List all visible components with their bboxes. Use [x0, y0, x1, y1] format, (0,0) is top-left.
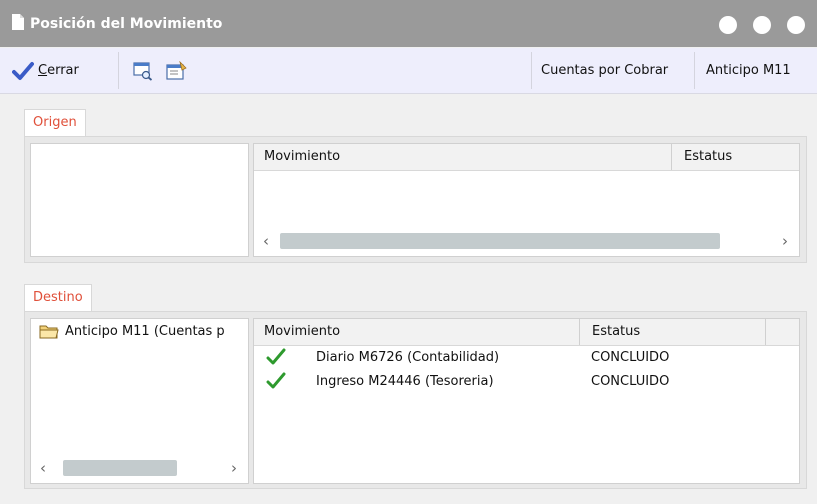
column-header-movimiento[interactable]: Movimiento: [254, 319, 340, 345]
properties-button[interactable]: [166, 48, 188, 93]
title-bar: Posición del Movimiento: [0, 0, 817, 47]
scroll-right-icon[interactable]: ›: [777, 232, 793, 250]
table-row[interactable]: Diario M6726 (Contabilidad) CONCLUIDO: [254, 346, 799, 370]
document-icon: [12, 14, 24, 30]
toolbar-separator: [118, 52, 119, 89]
toolbar-separator: [694, 52, 695, 89]
column-header-estatus[interactable]: Estatus: [582, 319, 640, 345]
minimize-button[interactable]: [719, 16, 737, 34]
column-divider[interactable]: [579, 319, 580, 345]
row-movimiento: Diario M6726 (Contabilidad): [316, 350, 500, 365]
tab-origen[interactable]: Origen: [24, 109, 86, 136]
scroll-right-icon[interactable]: ›: [226, 459, 242, 477]
column-header-movimiento[interactable]: Movimiento: [254, 144, 340, 170]
toolbar-separator: [531, 52, 532, 89]
origen-tree[interactable]: [30, 143, 249, 257]
destino-tree[interactable]: Anticipo M11 (Cuentas p ‹ ›: [30, 318, 249, 484]
toolbar: Cerrar Cuentas por Cobrar Anticipo M11: [0, 48, 817, 94]
table-row[interactable]: Ingreso M24446 (Tesoreria) CONCLUIDO: [254, 370, 799, 394]
scroll-left-icon[interactable]: ‹: [258, 232, 274, 250]
window-title: Posición del Movimiento: [30, 16, 223, 32]
origen-grid[interactable]: Movimiento Estatus ‹ ›: [253, 143, 800, 257]
scroll-thumb[interactable]: [280, 233, 720, 249]
window-search-icon: [133, 61, 153, 81]
destino-panel: Anticipo M11 (Cuentas p ‹ › Movimiento E…: [24, 311, 807, 489]
column-divider[interactable]: [765, 319, 766, 345]
tree-item-anticipo[interactable]: Anticipo M11 (Cuentas p: [39, 323, 225, 339]
maximize-button[interactable]: [753, 16, 771, 34]
scroll-thumb[interactable]: [63, 460, 177, 476]
origen-panel: Movimiento Estatus ‹ ›: [24, 136, 807, 263]
green-check-icon: [266, 348, 286, 365]
column-divider[interactable]: [671, 144, 672, 170]
origen-grid-header: Movimiento Estatus: [254, 144, 799, 171]
close-window-button[interactable]: [787, 16, 805, 34]
column-header-estatus[interactable]: Estatus: [674, 144, 732, 170]
account-label: Cuentas por Cobrar: [541, 63, 669, 78]
destino-grid[interactable]: Movimiento Estatus Diario M6726 (Contabi…: [253, 318, 800, 484]
folder-icon: [39, 325, 59, 339]
close-label-mnemonic: C: [38, 63, 48, 78]
tree-item-label: Anticipo M11 (Cuentas p: [65, 323, 225, 339]
properties-icon: [166, 60, 187, 80]
tab-destino[interactable]: Destino: [24, 284, 92, 311]
row-estatus: CONCLUIDO: [591, 350, 670, 365]
destino-grid-header: Movimiento Estatus: [254, 319, 799, 346]
close-button[interactable]: Cerrar: [12, 48, 79, 93]
scroll-left-icon[interactable]: ‹: [35, 459, 51, 477]
destino-tree-hscroll[interactable]: ‹ ›: [35, 459, 242, 477]
row-movimiento: Ingreso M24446 (Tesoreria): [316, 374, 494, 389]
green-check-icon: [266, 372, 286, 389]
close-label: errar: [47, 63, 79, 78]
movement-label: Anticipo M11: [706, 63, 791, 78]
origen-hscroll[interactable]: ‹ ›: [258, 232, 793, 250]
window-search-button[interactable]: [133, 48, 153, 93]
row-estatus: CONCLUIDO: [591, 374, 670, 389]
checkmark-icon: [12, 61, 34, 80]
